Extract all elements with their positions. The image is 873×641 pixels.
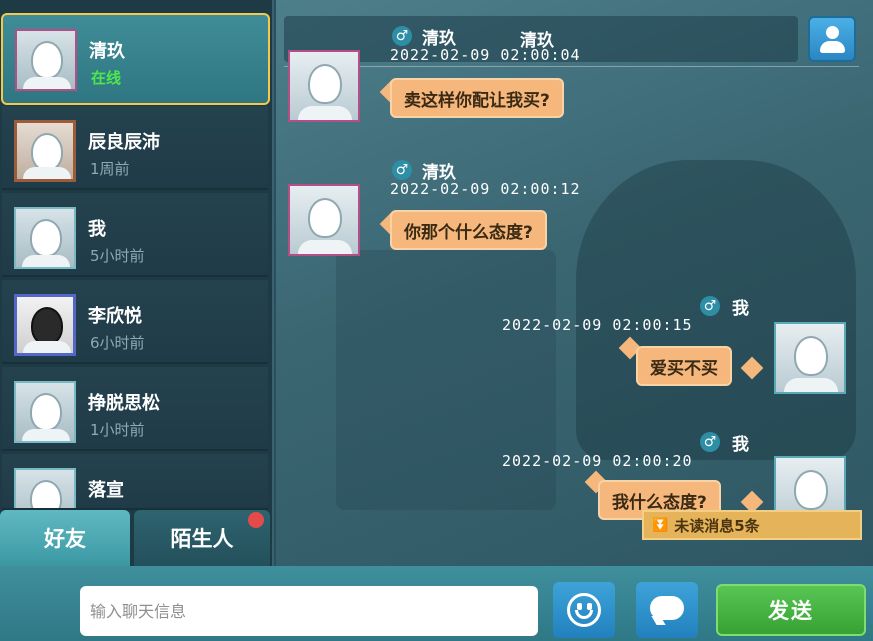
chat-window: 清玖 在线 辰良辰沛 1周前 我 5小时前 李欣悦 6小时前 挣脱思松 1小时前…: [0, 0, 873, 641]
user-icon: [826, 26, 839, 39]
tab-strangers[interactable]: 陌生人: [134, 510, 270, 566]
message-bubble[interactable]: 爱买不买: [636, 346, 732, 386]
avatar: [14, 207, 76, 269]
message-time: 2022-02-09 02:00:12: [390, 180, 581, 198]
profile-button[interactable]: [808, 16, 856, 62]
background-scenery: [336, 250, 556, 510]
contact-name: 我: [88, 219, 106, 240]
contact-item-lixinyue[interactable]: 李欣悦 6小时前: [2, 280, 268, 364]
contact-status: 6小时前: [90, 334, 145, 352]
message-avatar[interactable]: [288, 50, 360, 122]
contact-item-me[interactable]: 我 5小时前: [2, 193, 268, 277]
message-avatar[interactable]: [288, 184, 360, 256]
avatar: [14, 120, 76, 182]
avatar: [14, 468, 76, 508]
tab-friends[interactable]: 好友: [0, 510, 130, 566]
avatar: [14, 294, 76, 356]
contact-item-zhengtuo[interactable]: 挣脱思松 1小时前: [2, 367, 268, 451]
message-avatar[interactable]: [774, 322, 846, 394]
avatar: [14, 381, 76, 443]
chevron-down-icon: ⏬: [652, 517, 669, 533]
message-bubble[interactable]: 卖这样你配让我买?: [390, 78, 564, 118]
send-button[interactable]: 发送: [716, 584, 866, 636]
contact-name: 辰良辰沛: [88, 132, 160, 153]
divider: [284, 66, 859, 67]
emoji-button[interactable]: [553, 582, 615, 638]
contact-status: 在线: [91, 69, 122, 87]
notification-dot: [248, 512, 264, 528]
user-icon-body: [820, 41, 845, 53]
contact-name: 李欣悦: [88, 306, 142, 327]
contact-name: 挣脱思松: [88, 393, 160, 414]
tab-label: 陌生人: [170, 527, 234, 551]
quick-phrase-button[interactable]: [636, 582, 698, 638]
message-sender: 我: [732, 299, 749, 319]
message-bubble[interactable]: 你那个什么态度?: [390, 210, 547, 250]
chat-input[interactable]: [80, 586, 538, 636]
male-icon: ♂: [392, 160, 412, 180]
unread-messages-label: 未读消息5条: [674, 516, 760, 535]
message-sender: 我: [732, 435, 749, 455]
smiley-icon-eye: [587, 603, 592, 610]
contact-item-chenliang[interactable]: 辰良辰沛 1周前: [2, 106, 268, 190]
contact-name: 清玖: [89, 41, 125, 62]
contact-name: 落宣: [88, 480, 124, 501]
message-time: 2022-02-09 02:00:15: [502, 316, 693, 334]
chat-panel: 清玖 ♂ 清玖 2022-02-09 02:00:04 卖这样你配让我买? ♂ …: [276, 0, 873, 566]
male-icon: ♂: [700, 296, 720, 316]
male-icon: ♂: [392, 26, 412, 46]
contact-list[interactable]: 清玖 在线 辰良辰沛 1周前 我 5小时前 李欣悦 6小时前 挣脱思松 1小时前…: [0, 0, 274, 566]
avatar: [15, 29, 77, 91]
contact-status: 1小时前: [90, 421, 145, 439]
male-icon: ♂: [700, 432, 720, 452]
unread-messages-banner[interactable]: ⏬ 未读消息5条: [642, 510, 862, 540]
message-time: 2022-02-09 02:00:20: [502, 452, 693, 470]
contact-item-luoxuan[interactable]: 落宣: [2, 454, 268, 510]
smiley-icon-eye: [577, 603, 582, 610]
contact-status: 1周前: [90, 160, 130, 178]
contact-item-qingjiu[interactable]: 清玖 在线: [1, 13, 270, 105]
message-time: 2022-02-09 02:00:04: [390, 46, 581, 64]
contact-status: 5小时前: [90, 247, 145, 265]
